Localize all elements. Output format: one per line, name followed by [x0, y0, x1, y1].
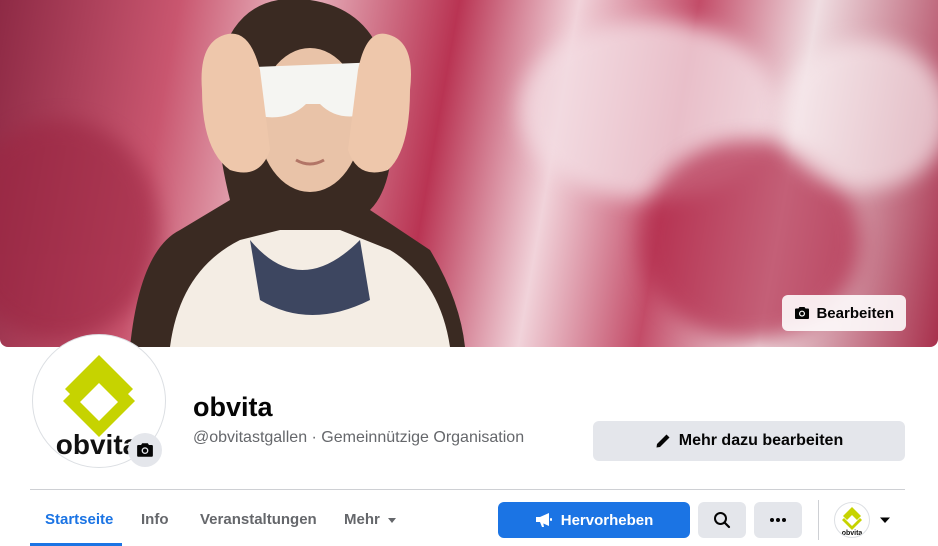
avatar-logo-text: obvita	[56, 429, 139, 460]
caret-down-icon[interactable]	[879, 514, 891, 526]
vertical-divider	[818, 500, 819, 540]
page-title: obvita	[193, 392, 273, 422]
caret-down-icon	[387, 517, 396, 523]
obvita-logo: obvita	[842, 507, 863, 537]
camera-icon	[795, 307, 810, 319]
cover-photo[interactable]: Bearbeiten	[0, 0, 938, 347]
edit-more-info-button[interactable]: Mehr dazu bearbeiten	[593, 421, 905, 461]
tab-label: Info	[141, 511, 169, 528]
edit-more-label: Mehr dazu bearbeiten	[678, 432, 844, 449]
edit-cover-button[interactable]: Bearbeiten	[782, 295, 906, 331]
mini-logo-text: obvita	[842, 530, 863, 537]
more-options-button[interactable]	[754, 502, 802, 538]
cover-person-illustration	[130, 0, 465, 347]
tab-label: Mehr	[344, 511, 380, 528]
pencil-icon	[656, 434, 670, 448]
search-icon	[714, 512, 731, 529]
megaphone-icon	[535, 513, 552, 527]
tab-label: Startseite	[45, 511, 114, 528]
tab-mehr[interactable]: Mehr	[344, 511, 398, 528]
divider	[30, 489, 905, 490]
edit-profile-picture-button[interactable]	[128, 433, 162, 467]
tab-veranstaltungen[interactable]: Veranstaltungen	[200, 511, 317, 528]
search-button[interactable]	[698, 502, 746, 538]
page-subtitle: @obvitastgallen · Gemeinnützige Organisa…	[193, 429, 525, 446]
edit-cover-label: Bearbeiten	[816, 304, 894, 322]
tab-info[interactable]: Info	[141, 511, 169, 528]
camera-icon	[137, 443, 153, 457]
page-switcher-avatar[interactable]: obvita	[834, 502, 870, 538]
tab-label: Veranstaltungen	[200, 511, 317, 528]
ellipsis-icon	[770, 518, 786, 522]
promote-label: Hervorheben	[560, 511, 654, 529]
promote-button[interactable]: Hervorheben	[498, 502, 690, 538]
tab-startseite[interactable]: Startseite	[45, 511, 113, 528]
